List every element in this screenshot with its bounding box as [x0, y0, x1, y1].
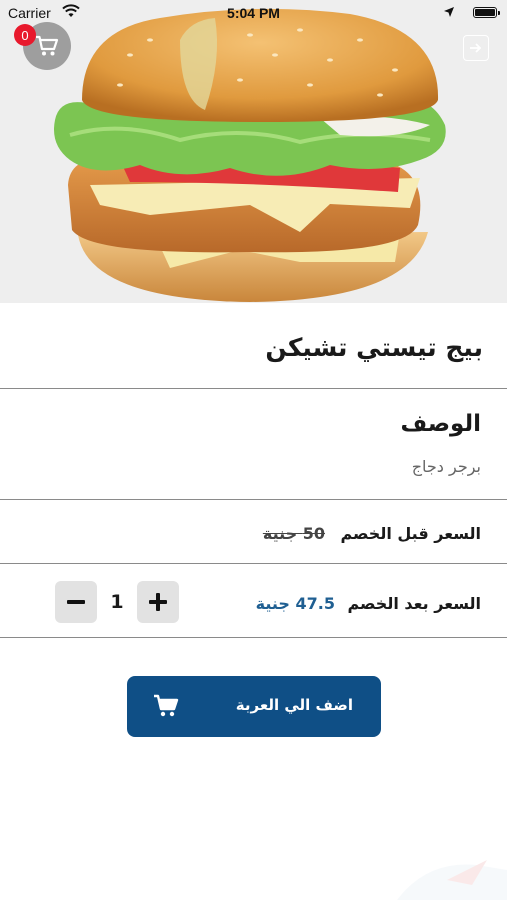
background-decoration [247, 840, 507, 900]
price-before-value: 50 جنية [262, 524, 325, 543]
quantity-increase-button[interactable] [137, 581, 179, 623]
cart-icon [153, 694, 179, 722]
product-image [0, 0, 507, 303]
plus-icon [149, 593, 167, 611]
exit-arrow-icon [470, 43, 482, 53]
minus-icon [67, 600, 85, 604]
price-after-value: 47.5 جنية [255, 594, 335, 613]
description-heading: الوصف [400, 411, 481, 437]
description-text: برجر دجاج [411, 457, 481, 476]
add-to-cart-label: اضف الي العربة [235, 696, 353, 714]
cart-count-badge: 0 [14, 24, 36, 46]
logout-button[interactable] [463, 35, 489, 61]
price-after-row: السعر بعد الخصم 47.5 جنية 1 [0, 564, 507, 638]
quantity-value: 1 [110, 591, 124, 613]
burger-illustration [54, 8, 446, 302]
price-before-row: السعر قبل الخصم 50 جنية [0, 500, 507, 564]
product-name: بيج تيستي تشيكن [265, 333, 483, 362]
price-before-label: السعر قبل الخصم [340, 524, 481, 543]
battery-icon [473, 7, 500, 18]
clock: 5:04 PM [227, 5, 280, 21]
location-arrow-icon [443, 5, 455, 21]
price-after-label: السعر بعد الخصم [347, 594, 481, 613]
description-row: الوصف برجر دجاج [0, 389, 507, 500]
quantity-decrease-button[interactable] [55, 581, 97, 623]
status-bar: Carrier 5:04 PM [0, 0, 507, 28]
cart-icon [36, 35, 59, 56]
add-to-cart-button[interactable]: اضف الي العربة [127, 676, 381, 737]
product-title-row: بيج تيستي تشيكن [0, 303, 507, 389]
